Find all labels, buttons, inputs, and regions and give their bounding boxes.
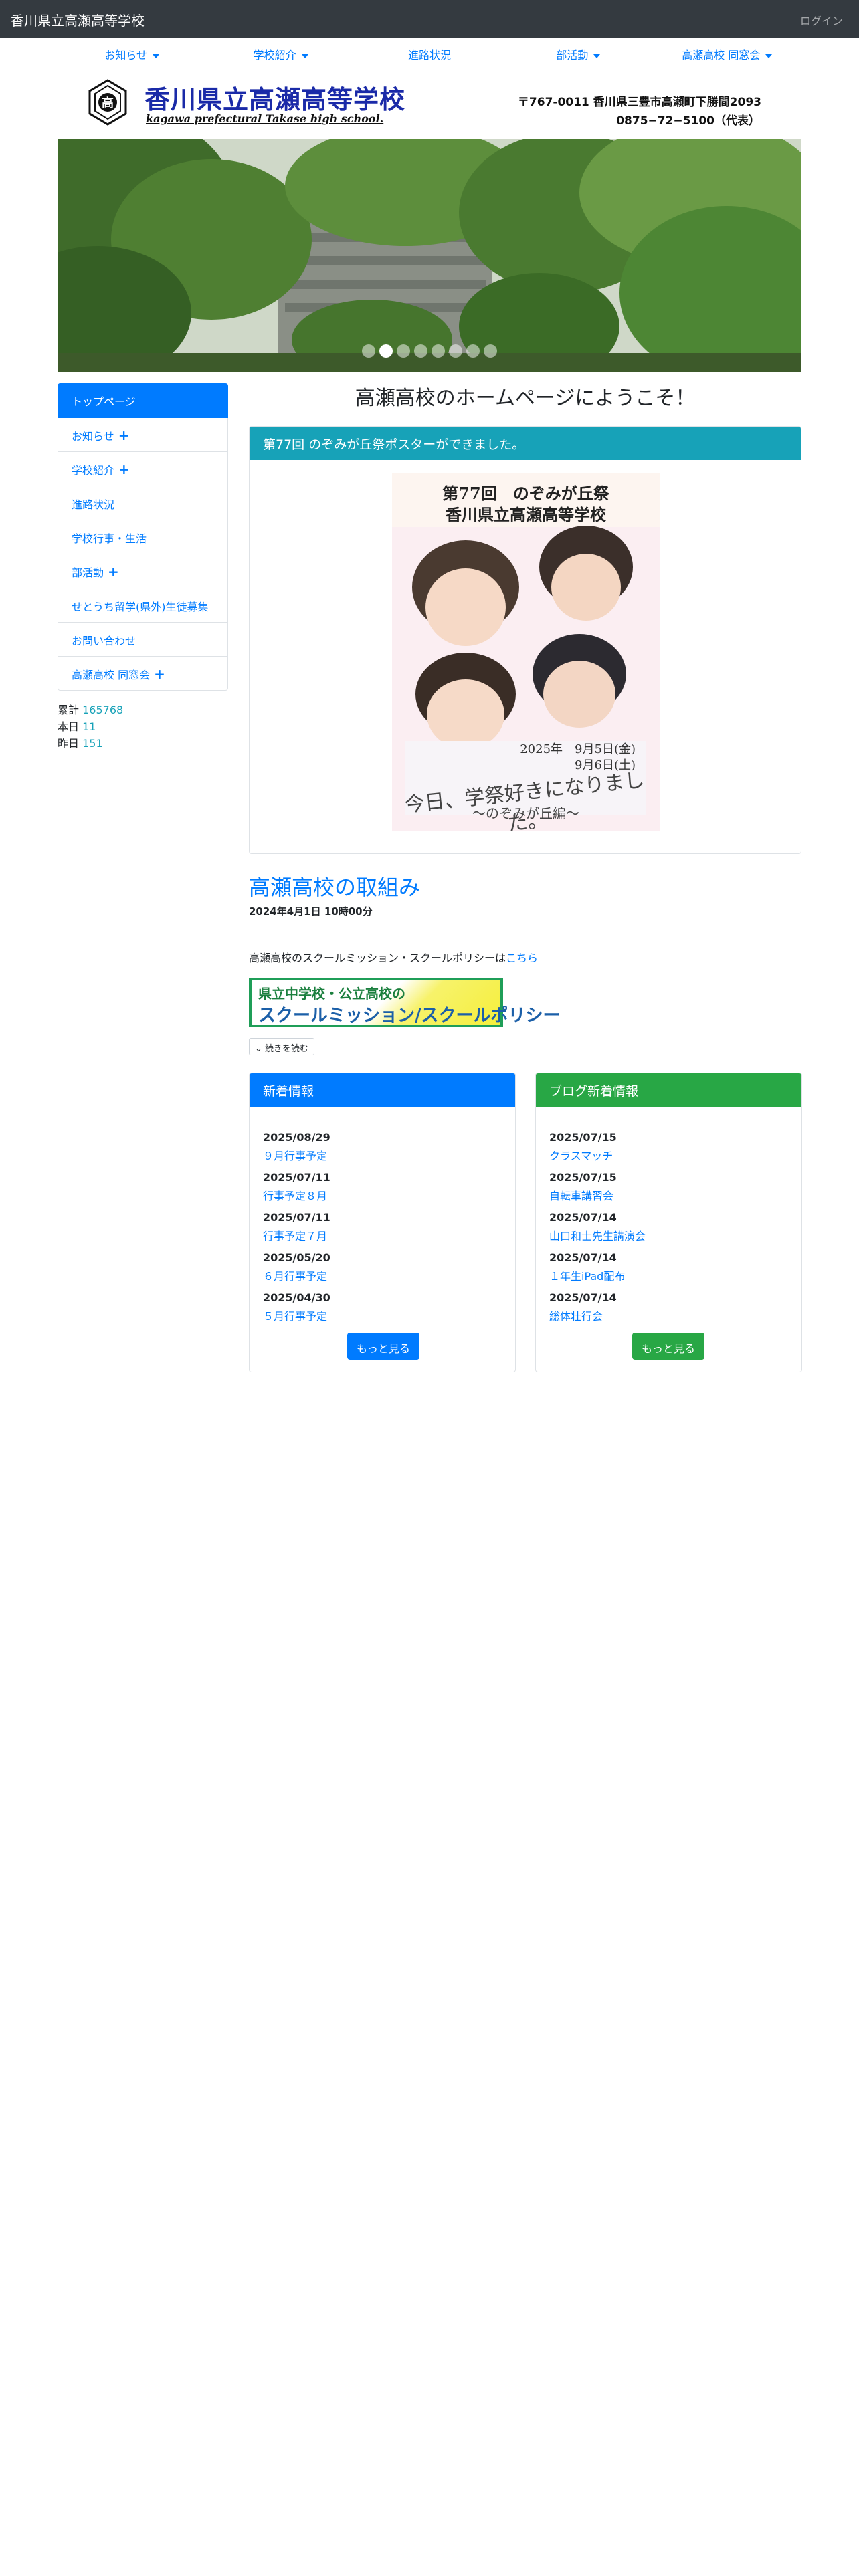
- list-item: 2025/07/14 １年生iPad配布: [549, 1251, 626, 1283]
- article-link[interactable]: こちら: [506, 952, 538, 964]
- sidebar-item-contact[interactable]: お問い合わせ: [58, 623, 228, 657]
- news-heading: 新着情報: [250, 1073, 515, 1107]
- poster-card: 第77回 のぞみが丘祭ポスターができました。 第77回 のぞみが丘祭 香川県立高…: [249, 426, 801, 854]
- plus-icon[interactable]: +: [118, 429, 130, 442]
- carousel-dot[interactable]: [484, 344, 497, 358]
- list-item: 2025/04/30 ５月行事予定: [263, 1291, 330, 1323]
- school-phone: 0875−72−5100（代表）: [616, 114, 760, 128]
- sidebar-item-events[interactable]: 学校行事・生活: [58, 520, 228, 554]
- blog-more-button[interactable]: もっと見る: [632, 1333, 705, 1360]
- carousel-dot[interactable]: [466, 344, 480, 358]
- top-navbar: 香川県立高瀬高等学校 ログイン: [0, 0, 859, 38]
- sidebar-item-alumni[interactable]: 高瀬高校 同窓会 +: [58, 657, 228, 691]
- list-item: 2025/08/29 ９月行事予定: [263, 1131, 330, 1162]
- poster-card-heading: 第77回 のぞみが丘祭ポスターができました。: [250, 427, 801, 460]
- main-menu: お知らせ 学校紹介 進路状況 部活動 高瀬高校 同窓会: [58, 38, 801, 68]
- site-brand[interactable]: 香川県立高瀬高等学校: [11, 10, 145, 29]
- read-more-button[interactable]: ⌄ 続きを読む: [249, 1038, 315, 1055]
- plus-icon[interactable]: +: [118, 463, 130, 476]
- list-item: 2025/07/15 クラスマッチ: [549, 1131, 617, 1162]
- poster-date-1: 2025年 9月5日(金): [520, 742, 636, 756]
- counter-total: 累計 165768: [58, 704, 124, 716]
- news-more-button[interactable]: もっと見る: [347, 1333, 420, 1360]
- article-text: 高瀬高校のスクールミッション・スクールポリシーはこちら: [249, 952, 539, 964]
- plus-icon[interactable]: +: [154, 667, 165, 681]
- blog-heading: ブログ新着情報: [536, 1073, 801, 1107]
- welcome-heading: 高瀬高校のホームページにようこそ！: [355, 387, 696, 410]
- list-item: 2025/05/20 ６月行事予定: [263, 1251, 330, 1283]
- poster-title: 第77回 のぞみが丘祭: [442, 484, 609, 503]
- list-item: 2025/07/11 行事予定７月: [263, 1211, 330, 1243]
- school-address: 〒767-0011 香川県三豊市高瀬町下勝間2093: [517, 96, 761, 109]
- access-counter: 累計 165768 本日 11 昨日 151: [58, 702, 228, 752]
- sidebar: トップページ お知らせ + 学校紹介 + 進路状況 学校行事・生活 部活動 + せとう…: [58, 383, 228, 752]
- svg-text:高: 高: [102, 96, 114, 110]
- sidebar-item-news[interactable]: お知らせ +: [58, 418, 228, 452]
- carousel-dot[interactable]: [449, 344, 462, 358]
- carousel-dot[interactable]: [432, 344, 445, 358]
- caret-down-icon: [301, 53, 308, 58]
- caret-down-icon: [153, 53, 160, 58]
- sidebar-item-clubs[interactable]: 部活動 +: [58, 554, 228, 588]
- list-item: 2025/07/11 行事予定８月: [263, 1171, 330, 1202]
- article-title[interactable]: 高瀬高校の取組み: [249, 871, 420, 901]
- news-card: 新着情報 2025/08/29 ９月行事予定 2025/07/11 行事予定８月 2…: [249, 1073, 516, 1372]
- sidebar-item-setouchi[interactable]: せとうち留学(県外)生徒募集: [58, 588, 228, 623]
- news-list: 2025/08/29 ９月行事予定 2025/07/11 行事予定８月 2025/0…: [263, 1131, 330, 1331]
- carousel-dot[interactable]: [397, 344, 410, 358]
- sidebar-item-top[interactable]: トップページ: [58, 383, 228, 418]
- blog-card: ブログ新着情報 2025/07/15 クラスマッチ 2025/07/15 自転車講習…: [535, 1073, 802, 1372]
- menu-item-alumni[interactable]: 高瀬高校 同窓会: [653, 38, 801, 68]
- menu-item-about[interactable]: 学校紹介: [206, 38, 355, 68]
- plus-icon[interactable]: +: [108, 565, 119, 578]
- chevron-down-icon: ⌄: [255, 1044, 262, 1054]
- caret-down-icon: [765, 53, 773, 58]
- carousel-dot[interactable]: [362, 344, 375, 358]
- article-date: 2024年4月1日 10時00分: [249, 905, 373, 918]
- festival-poster-image[interactable]: 第77回 のぞみが丘祭 香川県立高瀬高等学校 2025年 9月5日(金) 9月6…: [392, 473, 660, 831]
- hero-carousel[interactable]: [58, 139, 801, 372]
- list-item: 2025/07/15 自転車講習会: [549, 1171, 617, 1202]
- school-name: 香川県立高瀬高等学校: [145, 84, 406, 114]
- list-item: 2025/07/14 総体壮行会: [549, 1291, 617, 1323]
- school-emblem-icon: 高: [88, 79, 127, 126]
- campus-photo: [58, 139, 801, 372]
- login-link[interactable]: ログイン: [800, 12, 843, 28]
- school-name-en: kagawa prefectural Takase high school.: [146, 112, 384, 125]
- site-header: 高 香川県立高瀬高等学校 kagawa prefectural Takase h…: [58, 68, 801, 139]
- sidebar-item-career[interactable]: 進路状況: [58, 486, 228, 520]
- blog-list: 2025/07/15 クラスマッチ 2025/07/15 自転車講習会 2025/0…: [549, 1131, 646, 1331]
- menu-item-clubs[interactable]: 部活動: [504, 38, 652, 68]
- poster-school: 香川県立高瀬高等学校: [446, 505, 606, 524]
- sidebar-item-about[interactable]: 学校紹介 +: [58, 452, 228, 486]
- carousel-dot-active[interactable]: [379, 344, 393, 358]
- caret-down-icon: [593, 53, 601, 58]
- list-item: 2025/07/14 山口和士先生講演会: [549, 1211, 646, 1243]
- carousel-indicators: [58, 344, 801, 358]
- menu-item-career[interactable]: 進路状況: [355, 38, 504, 68]
- school-policy-banner[interactable]: 県立中学校・公立高校の スクールミッション/スクールポリシー: [249, 978, 561, 1027]
- menu-item-news[interactable]: お知らせ: [58, 38, 206, 68]
- poster-subtitle: 〜のぞみが丘編〜: [472, 805, 579, 821]
- carousel-dot[interactable]: [414, 344, 427, 358]
- counter-today: 本日 11: [58, 720, 96, 733]
- counter-yesterday: 昨日 151: [58, 737, 103, 750]
